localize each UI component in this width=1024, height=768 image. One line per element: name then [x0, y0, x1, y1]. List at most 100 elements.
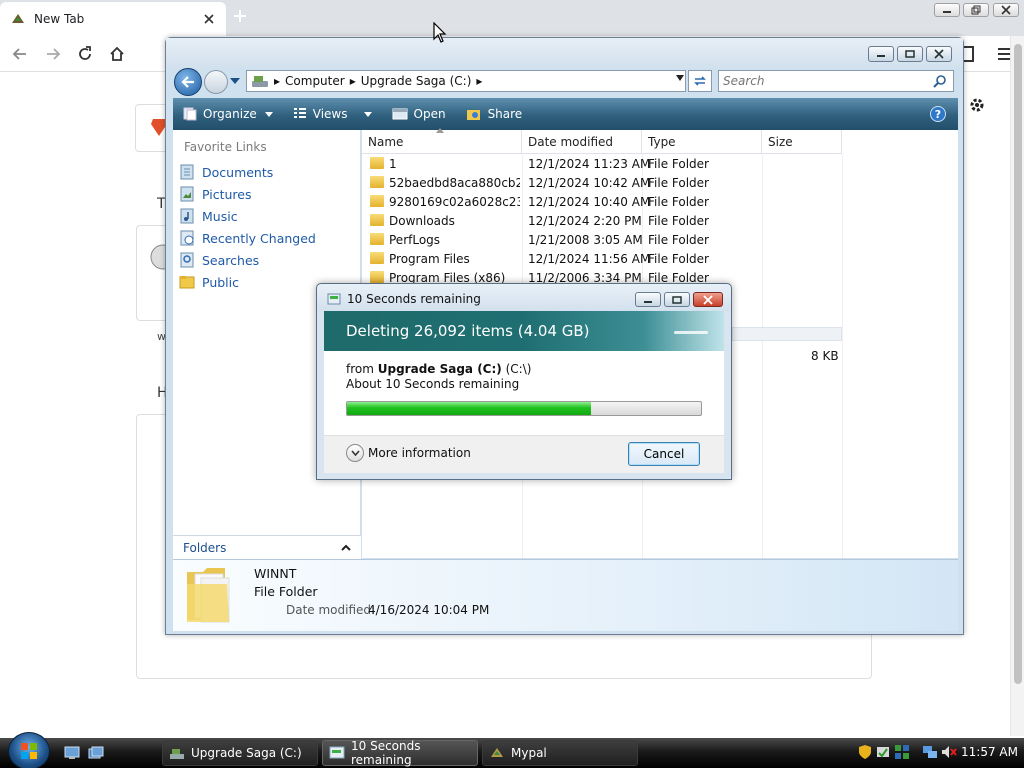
table-row[interactable]: Downloads 12/1/2024 2:20 PM File Folder	[362, 212, 842, 231]
forward-arrow-icon[interactable]	[38, 39, 68, 69]
tray-update-icon[interactable]	[876, 744, 890, 760]
folders-label: Folders	[183, 540, 227, 555]
share-label: Share	[487, 107, 523, 121]
back-arrow-icon	[181, 76, 194, 88]
refresh-arrows-icon	[694, 76, 706, 86]
address-dropdown-icon[interactable]	[676, 75, 684, 81]
open-label: Open	[413, 107, 446, 121]
more-information-toggle[interactable]: More information	[346, 444, 471, 462]
breadcrumb-drive[interactable]: Upgrade Saga (C:)	[361, 74, 472, 88]
column-header-date-modified[interactable]: Date modified	[522, 130, 642, 154]
pictures-icon	[179, 186, 195, 202]
nav-item-music[interactable]: Music	[179, 206, 238, 226]
dropdown-arrow-icon	[363, 111, 372, 117]
breadcrumb-separator-icon[interactable]: ▸	[476, 74, 482, 88]
command-bar: Organize Views Open Share ?	[173, 98, 958, 130]
breadcrumb-separator-icon[interactable]: ▸	[274, 74, 280, 88]
reload-icon[interactable]	[70, 39, 100, 69]
taskbar-button-delete-progress[interactable]: 10 Seconds remaining	[322, 739, 478, 767]
selected-row-highlight[interactable]	[732, 327, 842, 341]
nav-forward-button[interactable]	[204, 70, 228, 94]
public-folder-icon	[179, 274, 195, 290]
new-tab-plus-icon[interactable]	[232, 8, 248, 24]
explorer-close-button[interactable]	[926, 46, 952, 62]
dialog-title: 10 Seconds remaining	[327, 292, 481, 306]
column-header-size[interactable]: Size	[762, 130, 842, 154]
details-date-value: 4/16/2024 10:04 PM	[368, 603, 490, 617]
more-information-label: More information	[368, 446, 471, 460]
customize-gear-icon[interactable]	[968, 96, 986, 114]
dialog-close-button[interactable]	[693, 292, 723, 307]
address-bar[interactable]: ▸ Computer ▸ Upgrade Saga (C:) ▸	[246, 70, 686, 92]
bookmark-frame-icon[interactable]	[964, 46, 974, 62]
browser-tab-newtab[interactable]: New Tab	[0, 2, 226, 36]
table-row[interactable]: PerfLogs 1/21/2008 3:05 AM File Folder	[362, 231, 842, 250]
show-desktop-icon[interactable]	[64, 746, 80, 760]
dialog-maximize-button[interactable]	[664, 292, 690, 307]
column-header-name[interactable]: Name	[362, 130, 522, 154]
nav-item-label: Documents	[202, 164, 274, 180]
explorer-minimize-button[interactable]	[868, 46, 894, 62]
nav-item-label: Recently Changed	[202, 230, 316, 246]
organize-icon	[183, 107, 197, 121]
dialog-minimize-button[interactable]	[635, 292, 661, 307]
nav-item-pictures[interactable]: Pictures	[179, 184, 252, 204]
large-folder-icon	[187, 568, 230, 623]
recently-changed-icon	[179, 230, 195, 246]
delete-progress-dialog: 10 Seconds remaining Deleting 26,092 ite…	[316, 283, 732, 480]
taskbar-button-mypal[interactable]: Mypal	[482, 740, 638, 766]
page-scrollbar[interactable]	[1010, 36, 1024, 736]
breadcrumb-separator-icon[interactable]: ▸	[350, 74, 356, 88]
security-shield-icon[interactable]	[858, 744, 872, 760]
browser-restore-button[interactable]	[963, 3, 989, 17]
nav-item-recently-changed[interactable]: Recently Changed	[179, 228, 316, 248]
open-button[interactable]: Open	[382, 98, 456, 130]
folders-toggle[interactable]: Folders	[173, 535, 361, 559]
help-icon[interactable]: ?	[930, 106, 946, 122]
start-orb-icon[interactable]	[8, 732, 50, 768]
browser-close-button[interactable]	[993, 3, 1019, 17]
volume-muted-icon[interactable]	[940, 744, 958, 760]
taskbar-button-explorer[interactable]: Upgrade Saga (C:)	[162, 740, 318, 766]
cancel-button[interactable]: Cancel	[628, 442, 700, 466]
tray-apps-icon[interactable]	[894, 744, 910, 760]
browser-minimize-button[interactable]	[934, 3, 960, 17]
dialog-from-source: Upgrade Saga (C:)	[377, 362, 502, 376]
network-icon[interactable]	[922, 744, 938, 760]
home-icon[interactable]	[102, 39, 132, 69]
table-row[interactable]: 9280169c02a6028c232f94 12/1/2024 10:40 A…	[362, 193, 842, 212]
documents-icon	[179, 164, 195, 180]
folder-icon	[370, 214, 384, 226]
table-row[interactable]: 52baedbd8aca880cb2c... 12/1/2024 10:42 A…	[362, 174, 842, 193]
explorer-maximize-button[interactable]	[897, 46, 923, 62]
drive-icon	[252, 76, 268, 87]
views-button[interactable]: Views	[283, 98, 382, 130]
system-clock[interactable]: 11:57 AM	[961, 745, 1018, 759]
open-window-icon	[392, 108, 407, 120]
breadcrumb-computer[interactable]: Computer	[285, 74, 345, 88]
switch-windows-icon[interactable]	[88, 746, 104, 760]
tab-close-icon[interactable]	[204, 14, 214, 24]
delete-progress-bar	[346, 401, 702, 416]
music-icon	[179, 208, 195, 224]
file-copy-icon	[327, 293, 341, 305]
nav-item-public[interactable]: Public	[179, 272, 239, 292]
column-header-type[interactable]: Type	[642, 130, 762, 154]
page-scrollbar-thumb[interactable]	[1014, 44, 1022, 684]
recent-pages-chevron-icon[interactable]	[230, 78, 240, 84]
search-input[interactable]	[723, 74, 933, 88]
search-box[interactable]	[718, 70, 954, 92]
table-row[interactable]: Program Files 12/1/2024 11:56 AM File Fo…	[362, 250, 842, 269]
table-row[interactable]: 1 12/1/2024 11:23 AM File Folder	[362, 155, 842, 174]
share-button[interactable]: Share	[456, 98, 533, 130]
nav-back-button[interactable]	[174, 68, 202, 96]
favorite-links-header: Favorite Links	[184, 140, 267, 154]
refresh-button[interactable]	[688, 70, 712, 92]
nav-item-searches[interactable]: Searches	[179, 250, 259, 270]
nav-item-label: Music	[202, 208, 238, 224]
explorer-titlebar[interactable]	[166, 38, 963, 68]
nav-item-documents[interactable]: Documents	[179, 162, 273, 182]
back-arrow-icon[interactable]	[5, 39, 35, 69]
organize-button[interactable]: Organize	[173, 98, 283, 130]
dialog-banner: Deleting 26,092 items (4.04 GB)	[324, 311, 724, 351]
